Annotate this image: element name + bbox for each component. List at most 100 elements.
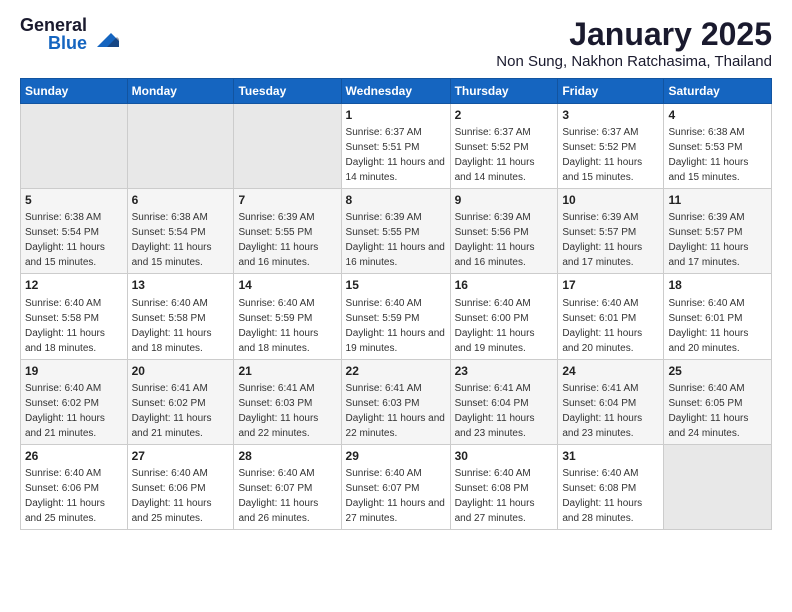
- calendar-cell: 21 Sunrise: 6:41 AMSunset: 6:03 PMDayligh…: [234, 359, 341, 444]
- day-info: Sunrise: 6:40 AMSunset: 6:06 PMDaylight:…: [25, 468, 105, 524]
- calendar-cell: 1 Sunrise: 6:37 AMSunset: 5:51 PMDaylight…: [341, 104, 450, 189]
- day-number: 27: [132, 448, 230, 464]
- calendar-cell: 22Sunrise: 6:41 AMSunset: 6:03 PMDayligh…: [341, 359, 450, 444]
- day-info: Sunrise: 6:40 AMSunset: 6:01 PMDaylight:…: [562, 298, 642, 354]
- day-number: 17: [562, 277, 659, 293]
- calendar-week-4: 19Sunrise: 6:40 AMSunset: 6:02 PMDayligh…: [21, 359, 772, 444]
- calendar-cell: 13 Sunrise: 6:40 AMSunset: 5:58 PMDayligh…: [127, 274, 234, 359]
- day-number: 22: [346, 363, 446, 379]
- calendar-cell: 5 Sunrise: 6:38 AMSunset: 5:54 PMDaylight…: [21, 189, 128, 274]
- calendar-week-5: 26Sunrise: 6:40 AMSunset: 6:06 PMDayligh…: [21, 444, 772, 529]
- day-number: 15: [346, 277, 446, 293]
- calendar-cell: 6 Sunrise: 6:38 AMSunset: 5:54 PMDaylight…: [127, 189, 234, 274]
- col-saturday: Saturday: [664, 79, 772, 104]
- day-number: 2: [455, 107, 554, 123]
- col-monday: Monday: [127, 79, 234, 104]
- calendar-cell: 27 Sunrise: 6:40 AMSunset: 6:06 PMDayligh…: [127, 444, 234, 529]
- logo-general-text: General: [20, 16, 87, 34]
- calendar-cell: 12 Sunrise: 6:40 AMSunset: 5:58 PMDayligh…: [21, 274, 128, 359]
- col-wednesday: Wednesday: [341, 79, 450, 104]
- calendar-cell: 9 Sunrise: 6:39 AMSunset: 5:56 PMDaylight…: [450, 189, 558, 274]
- day-info: Sunrise: 6:41 AMSunset: 6:02 PMDaylight:…: [132, 383, 212, 439]
- calendar-cell: [127, 104, 234, 189]
- day-number: 16: [455, 277, 554, 293]
- calendar-cell: [234, 104, 341, 189]
- day-info: Sunrise: 6:41 AMSunset: 6:04 PMDaylight:…: [455, 383, 535, 439]
- calendar-week-1: 1 Sunrise: 6:37 AMSunset: 5:51 PMDaylight…: [21, 104, 772, 189]
- calendar-cell: 31Sunrise: 6:40 AMSunset: 6:08 PMDayligh…: [558, 444, 664, 529]
- day-number: 12: [25, 277, 123, 293]
- logo-blue-text: Blue: [48, 34, 87, 52]
- day-info: Sunrise: 6:40 AMSunset: 6:05 PMDaylight:…: [668, 383, 748, 439]
- calendar-cell: [21, 104, 128, 189]
- calendar-cell: 29Sunrise: 6:40 AMSunset: 6:07 PMDayligh…: [341, 444, 450, 529]
- day-info: Sunrise: 6:38 AMSunset: 5:54 PMDaylight:…: [132, 212, 212, 268]
- day-info: Sunrise: 6:40 AMSunset: 6:08 PMDaylight:…: [455, 468, 535, 524]
- col-thursday: Thursday: [450, 79, 558, 104]
- calendar-cell: 2Sunrise: 6:37 AMSunset: 5:52 PMDaylight…: [450, 104, 558, 189]
- calendar-table: Sunday Monday Tuesday Wednesday Thursday…: [20, 78, 772, 530]
- calendar-cell: 26Sunrise: 6:40 AMSunset: 6:06 PMDayligh…: [21, 444, 128, 529]
- day-number: 13: [132, 277, 230, 293]
- day-info: Sunrise: 6:40 AMSunset: 5:58 PMDaylight:…: [25, 298, 105, 354]
- day-number: 10: [562, 192, 659, 208]
- day-number: 29: [346, 448, 446, 464]
- day-number: 14: [238, 277, 336, 293]
- day-info: Sunrise: 6:40 AMSunset: 5:58 PMDaylight:…: [132, 298, 212, 354]
- day-info: Sunrise: 6:39 AMSunset: 5:57 PMDaylight:…: [668, 212, 748, 268]
- calendar-cell: 19Sunrise: 6:40 AMSunset: 6:02 PMDayligh…: [21, 359, 128, 444]
- day-info: Sunrise: 6:39 AMSunset: 5:56 PMDaylight:…: [455, 212, 535, 268]
- calendar-cell: 24Sunrise: 6:41 AMSunset: 6:04 PMDayligh…: [558, 359, 664, 444]
- calendar-cell: 17 Sunrise: 6:40 AMSunset: 6:01 PMDayligh…: [558, 274, 664, 359]
- day-info: Sunrise: 6:41 AMSunset: 6:04 PMDaylight:…: [562, 383, 642, 439]
- title-block: January 2025 Non Sung, Nakhon Ratchasima…: [496, 16, 772, 70]
- logo-icon: [89, 19, 119, 49]
- calendar-cell: 10Sunrise: 6:39 AMSunset: 5:57 PMDayligh…: [558, 189, 664, 274]
- day-number: 8: [346, 192, 446, 208]
- calendar-cell: 7Sunrise: 6:39 AMSunset: 5:55 PMDaylight…: [234, 189, 341, 274]
- calendar-body: 1 Sunrise: 6:37 AMSunset: 5:51 PMDaylight…: [21, 104, 772, 530]
- day-info: Sunrise: 6:39 AMSunset: 5:55 PMDaylight:…: [238, 212, 318, 268]
- calendar-week-3: 12 Sunrise: 6:40 AMSunset: 5:58 PMDayligh…: [21, 274, 772, 359]
- day-info: Sunrise: 6:40 AMSunset: 6:06 PMDaylight:…: [132, 468, 212, 524]
- day-info: Sunrise: 6:37 AMSunset: 5:51 PMDaylight:…: [346, 127, 445, 183]
- day-info: Sunrise: 6:40 AMSunset: 5:59 PMDaylight:…: [346, 298, 445, 354]
- day-number: 18: [668, 277, 767, 293]
- day-info: Sunrise: 6:38 AMSunset: 5:54 PMDaylight:…: [25, 212, 105, 268]
- calendar-cell: [664, 444, 772, 529]
- day-info: Sunrise: 6:41 AMSunset: 6:03 PMDaylight:…: [238, 383, 318, 439]
- day-number: 1: [346, 107, 446, 123]
- day-number: 5: [25, 192, 123, 208]
- calendar-cell: 25 Sunrise: 6:40 AMSunset: 6:05 PMDayligh…: [664, 359, 772, 444]
- calendar-title: January 2025: [496, 16, 772, 53]
- col-friday: Friday: [558, 79, 664, 104]
- day-info: Sunrise: 6:40 AMSunset: 6:08 PMDaylight:…: [562, 468, 642, 524]
- day-number: 25: [668, 363, 767, 379]
- calendar-cell: 16Sunrise: 6:40 AMSunset: 6:00 PMDayligh…: [450, 274, 558, 359]
- calendar-cell: 18Sunrise: 6:40 AMSunset: 6:01 PMDayligh…: [664, 274, 772, 359]
- day-info: Sunrise: 6:37 AMSunset: 5:52 PMDaylight:…: [562, 127, 642, 183]
- day-number: 3: [562, 107, 659, 123]
- col-sunday: Sunday: [21, 79, 128, 104]
- calendar-cell: 23 Sunrise: 6:41 AMSunset: 6:04 PMDayligh…: [450, 359, 558, 444]
- header-row: Sunday Monday Tuesday Wednesday Thursday…: [21, 79, 772, 104]
- calendar-week-2: 5 Sunrise: 6:38 AMSunset: 5:54 PMDaylight…: [21, 189, 772, 274]
- day-info: Sunrise: 6:40 AMSunset: 5:59 PMDaylight:…: [238, 298, 318, 354]
- day-info: Sunrise: 6:40 AMSunset: 6:07 PMDaylight:…: [238, 468, 318, 524]
- day-number: 6: [132, 192, 230, 208]
- header: General Blue January 2025 Non Sung, Nakh…: [20, 16, 772, 70]
- calendar-cell: 15 Sunrise: 6:40 AMSunset: 5:59 PMDayligh…: [341, 274, 450, 359]
- calendar-cell: 28 Sunrise: 6:40 AMSunset: 6:07 PMDayligh…: [234, 444, 341, 529]
- day-info: Sunrise: 6:39 AMSunset: 5:55 PMDaylight:…: [346, 212, 445, 268]
- day-number: 4: [668, 107, 767, 123]
- calendar-cell: 11 Sunrise: 6:39 AMSunset: 5:57 PMDayligh…: [664, 189, 772, 274]
- day-number: 28: [238, 448, 336, 464]
- calendar-cell: 8 Sunrise: 6:39 AMSunset: 5:55 PMDaylight…: [341, 189, 450, 274]
- day-number: 9: [455, 192, 554, 208]
- logo-block: General Blue: [20, 16, 119, 52]
- day-number: 21: [238, 363, 336, 379]
- day-number: 11: [668, 192, 767, 208]
- calendar-subtitle: Non Sung, Nakhon Ratchasima, Thailand: [496, 53, 772, 70]
- calendar-cell: 30Sunrise: 6:40 AMSunset: 6:08 PMDayligh…: [450, 444, 558, 529]
- day-number: 23: [455, 363, 554, 379]
